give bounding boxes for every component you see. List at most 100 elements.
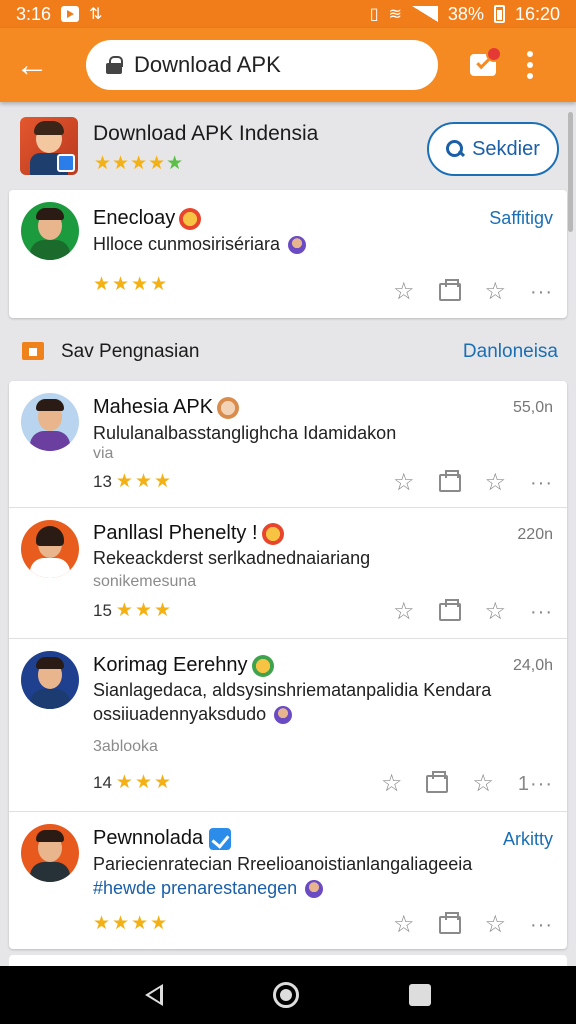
more-icon[interactable]: ··· (530, 602, 553, 622)
feed-list: Mahesia APK 55,0n Rululanalbasstanglighc… (9, 381, 567, 949)
url-bar[interactable]: Download APK (86, 40, 438, 90)
search-label: Sekdier (472, 137, 540, 160)
battery-percent: 38% (447, 3, 484, 24)
more-icon[interactable]: ··· (530, 282, 553, 302)
item-rating: 15 ★★★ (93, 600, 174, 621)
bookmark-star-icon[interactable]: ☆ (472, 772, 494, 796)
bookmark-star-icon[interactable]: ☆ (485, 600, 507, 624)
item-actions: ☆ ☆ 1··· (381, 771, 553, 796)
half-star-icon: ★ (166, 153, 185, 174)
avatar[interactable] (21, 520, 79, 578)
item-hashtag[interactable]: #hewde prenarestanegen (93, 878, 324, 899)
favorite-icon[interactable]: ☆ (393, 280, 415, 304)
wifi-icon: ≋ (388, 6, 402, 23)
share-icon[interactable] (426, 771, 449, 793)
bookmark-star-icon[interactable]: ☆ (485, 280, 507, 304)
item-actions: ☆ ☆ ··· (393, 470, 553, 495)
home-icon (22, 342, 44, 360)
item-rating: 13 ★★★ (93, 471, 174, 492)
avatar[interactable] (21, 202, 79, 260)
vibrate-icon: ▯ (369, 6, 379, 23)
system-nav-bar (0, 966, 576, 1024)
item-time: 220n (517, 526, 553, 543)
avatar[interactable] (21, 651, 79, 709)
list-item[interactable]: Pewnnolada Arkitty Pariecienratecian Rre… (9, 812, 567, 949)
item-rating: 14 ★★★ (93, 772, 174, 793)
mini-avatar (305, 880, 324, 899)
nav-home-icon[interactable] (273, 982, 299, 1008)
featured-actions: ☆ ☆ ··· (393, 279, 553, 304)
more-icon[interactable]: ··· (530, 473, 553, 493)
app-title: Download APK Indensia (93, 122, 319, 145)
list-item[interactable]: Panllasl Phenelty ! 220n Rekeackderst se… (9, 508, 567, 639)
item-action-link[interactable]: Arkitty (503, 829, 553, 850)
share-icon[interactable] (438, 470, 461, 492)
nav-back-icon[interactable] (145, 984, 163, 1006)
nav-recents-icon[interactable] (409, 984, 431, 1006)
item-name: Korimag Eerehny (93, 654, 274, 677)
avatar[interactable] (21, 393, 79, 451)
favorite-icon[interactable]: ☆ (393, 913, 415, 937)
favorite-icon[interactable]: ☆ (393, 471, 415, 495)
signal-icon (411, 6, 438, 22)
app-icon[interactable] (20, 117, 78, 175)
featured-text: Hlloce cunmosirisériara (93, 234, 307, 255)
item-rating: ★★★★ (93, 913, 170, 934)
browser-toolbar: ← Download APK (0, 28, 576, 102)
item-text: Pariecienratecian Rreelioanoistianlangal… (93, 854, 473, 874)
app-header: Download APK Indensia ★★★★★ Sekdier (0, 102, 576, 186)
overflow-menu-icon[interactable] (526, 51, 534, 79)
tabs-icon[interactable] (470, 46, 502, 76)
item-time: 24,0h (512, 657, 553, 674)
item-time: 55,0n (512, 399, 553, 416)
item-text-2: ossiiuadennyaksdudo (93, 704, 293, 725)
featured-card[interactable]: Enecloay Saffitigv Hlloce cunmosiriséria… (9, 190, 567, 318)
favorite-icon[interactable]: ☆ (393, 600, 415, 624)
verified-icon (209, 827, 232, 850)
emoji-icon (261, 522, 284, 545)
item-actions: ☆ ☆ ··· (393, 912, 553, 937)
app-rating: ★★★★★ (94, 153, 185, 174)
item-text: Rululanalbasstanglighcha Idamidakon (93, 423, 397, 443)
emoji-icon (251, 654, 274, 677)
featured-action-link[interactable]: Saffitigv (489, 208, 553, 229)
list-item[interactable]: Korimag Eerehny 24,0h Sianlagedaca, alds… (9, 639, 567, 812)
bookmark-star-icon[interactable]: ☆ (485, 471, 507, 495)
scrollbar[interactable] (568, 112, 573, 232)
share-icon[interactable] (438, 279, 461, 301)
item-text: Rekeackderst serlkadnednaiariang (93, 548, 371, 568)
share-icon[interactable] (438, 912, 461, 934)
item-sub: 3ablooka (93, 738, 158, 755)
share-icon[interactable] (438, 599, 461, 621)
section-link[interactable]: Danloneisa (463, 341, 558, 363)
item-name: Pewnnolada (93, 827, 232, 850)
item-name: Panllasl Phenelty ! (93, 522, 284, 545)
status-time-left: 3:16 (16, 3, 52, 24)
search-button[interactable]: Sekdier (427, 122, 559, 176)
section-header: Sav Pengnasian Danloneisa (0, 332, 576, 372)
emoji-icon (217, 396, 240, 419)
item-actions: ☆ ☆ ··· (393, 599, 553, 624)
section-title: Sav Pengnasian (61, 341, 200, 362)
featured-rating: ★★★★ (93, 274, 170, 295)
more-icon[interactable]: 1··· (518, 774, 553, 794)
item-sub: sonikemesuna (93, 573, 197, 590)
favorite-icon[interactable]: ☆ (381, 772, 403, 796)
emoji-icon (179, 207, 202, 230)
search-icon (446, 140, 464, 158)
featured-name: Enecloay (93, 207, 202, 230)
avatar[interactable] (21, 824, 79, 882)
status-time-right: 16:20 (514, 3, 560, 24)
mini-avatar (274, 706, 293, 725)
item-sub: via (93, 445, 114, 462)
battery-icon (493, 5, 505, 23)
lock-icon (106, 56, 123, 74)
bookmark-star-icon[interactable]: ☆ (485, 913, 507, 937)
back-arrow-icon[interactable]: ← (0, 28, 64, 102)
item-name: Mahesia APK (93, 396, 240, 419)
youtube-icon (61, 6, 80, 22)
more-icon[interactable]: ··· (530, 915, 553, 935)
notification-icon: ⇅ (89, 6, 103, 23)
status-bar: 3:16 ⇅ ▯ ≋ 38% 16:20 (0, 0, 576, 28)
list-item[interactable]: Mahesia APK 55,0n Rululanalbasstanglighc… (9, 381, 567, 508)
